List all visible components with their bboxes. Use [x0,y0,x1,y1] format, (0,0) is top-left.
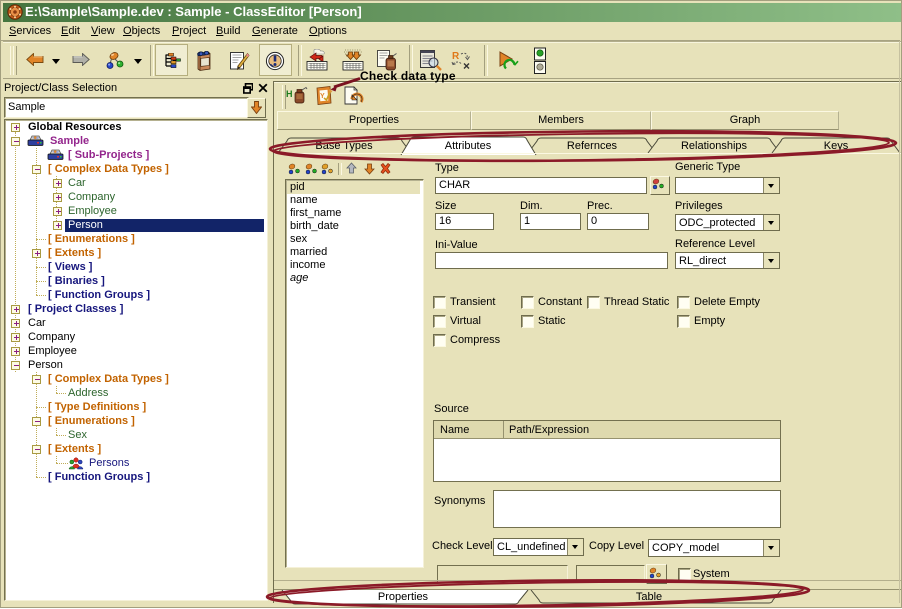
svg-text:H: H [286,89,293,99]
svg-text:R: R [452,51,460,62]
